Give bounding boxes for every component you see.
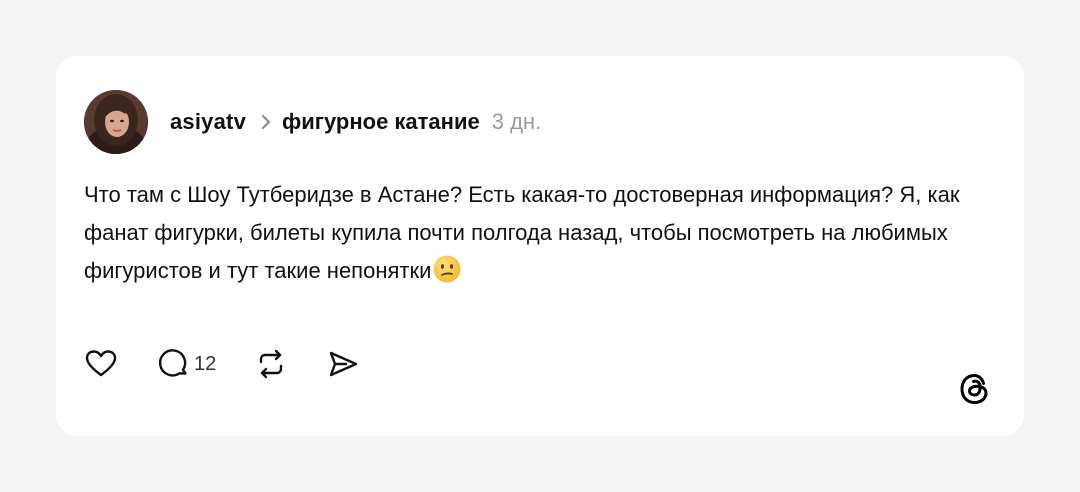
post-actions: 12 (84, 346, 398, 382)
username[interactable]: asiyatv (170, 109, 246, 135)
repost-button[interactable] (254, 347, 288, 381)
comment-icon (156, 347, 190, 381)
reply-button[interactable]: 12 (156, 347, 216, 381)
send-icon (326, 347, 360, 381)
reply-count: 12 (194, 352, 217, 375)
post-header: asiyatv фигурное катание 3 дн. (84, 90, 541, 154)
post-text: Что там с Шоу Тутберидзе в Астане? Есть … (84, 182, 960, 283)
heart-icon (84, 347, 118, 381)
share-button[interactable] (326, 347, 360, 381)
avatar[interactable] (84, 90, 148, 154)
threads-logo-icon (956, 370, 994, 408)
repost-icon (254, 347, 288, 381)
post-card[interactable]: asiyatv фигурное катание 3 дн. Что там с… (56, 56, 1024, 436)
like-button[interactable] (84, 347, 118, 381)
post-body: Что там с Шоу Тутберидзе в Астане? Есть … (84, 176, 964, 296)
confused-face-emoji (432, 254, 462, 296)
topic-tag[interactable]: фигурное катание (282, 109, 480, 135)
post-time: 3 дн. (491, 109, 542, 134)
chevron-right-icon (260, 113, 272, 131)
